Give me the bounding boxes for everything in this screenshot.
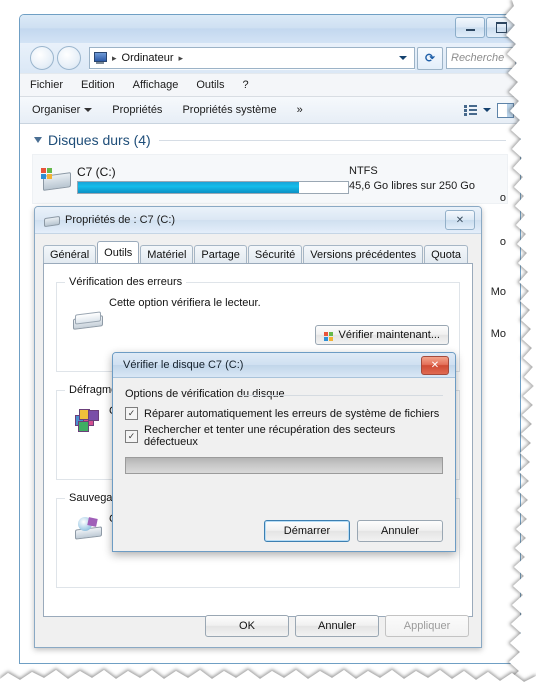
ghost-label-0: o [499,192,506,204]
verifier-maintenant-label: Vérifier maintenant... [338,329,441,341]
defrag-icon [67,405,109,433]
checkbox-row-repair[interactable]: ✓ Réparer automatiquement les erreurs de… [125,407,443,420]
tab-partage[interactable]: Partage [194,245,247,264]
search-input[interactable]: Recherche [446,47,516,69]
properties-titlebar: Propriétés de : C7 (C:) ✕ [35,207,481,234]
group-title: Disques durs (4) [48,132,151,148]
computer-icon [93,52,107,64]
verifier-maintenant-button[interactable]: Vérifier maintenant... [314,325,449,345]
drive-meta: NTFS 45,6 Go libres sur 250 Go [349,164,499,194]
checkbox-repair[interactable]: ✓ [125,407,138,420]
menu-item-fichier[interactable]: Fichier [30,79,63,91]
minimize-button[interactable] [455,17,485,38]
back-button[interactable] [30,46,54,70]
preview-pane-icon[interactable] [497,102,514,118]
properties-tabstrip: Général Outils Matériel Partage Sécurité… [35,234,481,264]
address-dropdown-icon[interactable] [395,49,411,67]
breadcrumb-ordinateur[interactable]: Ordinateur [120,52,176,64]
view-list-icon[interactable] [464,104,477,116]
check-disk-cancel-button[interactable]: Annuler [357,520,443,542]
breadcrumb-separator-icon-2: ▸ [178,52,184,63]
properties-close-button[interactable]: ✕ [445,210,475,230]
chevron-down-icon [84,108,93,112]
cancel-button[interactable]: Annuler [295,615,379,637]
menu-item-affichage[interactable]: Affichage [133,79,179,91]
breadcrumb-separator-icon: ▸ [112,52,117,63]
tab-outils[interactable]: Outils [97,241,140,263]
drive-space: 45,6 Go libres sur 250 Go [349,180,475,192]
drive-row-c7[interactable]: C7 (C:) NTFS 45,6 Go libres sur 250 Go [32,154,508,204]
system-properties-button[interactable]: Propriétés système [182,104,276,116]
check-mark-icon-2: ✓ [127,430,136,441]
forward-button[interactable] [57,46,81,70]
error-check-text: Cette option vérifiera le lecteur. [109,297,261,309]
organize-label: Organiser [32,104,81,116]
properties-footer: OK Annuler Appliquer [35,605,481,647]
apply-button: Appliquer [385,615,469,637]
checkbox-row-scan-sectors[interactable]: ✓ Rechercher et tenter une récupération … [125,424,443,448]
collapse-triangle-icon[interactable] [34,137,42,143]
disk-icon [67,297,109,345]
check-disk-body: Options de vérification du disque ✓ Répa… [113,378,455,551]
check-disk-close-button[interactable]: ✕ [421,356,449,375]
windows-flag-icon [41,168,54,180]
explorer-navbar: ▸ Ordinateur ▸ ⟳ Recherche [20,43,520,73]
tab-securite[interactable]: Sécurité [247,245,303,264]
check-disk-footer: Démarrer Annuler [264,520,443,542]
progress-bar [125,457,443,474]
screenshot-root: ▸ Ordinateur ▸ ⟳ Recherche Fichier Editi… [0,0,536,700]
maximize-button[interactable] [486,17,516,38]
properties-button[interactable]: Propriétés [112,104,162,116]
view-chevron-down-icon[interactable] [483,108,491,112]
refresh-icon[interactable]: ⟳ [417,46,443,70]
tab-versions-precedentes[interactable]: Versions précédentes [303,245,424,264]
backup-icon [67,513,109,541]
ghost-label-3: Mo [490,328,506,340]
group-header-disques-durs[interactable]: Disques durs (4) [20,124,520,150]
ghost-label-2: Mo [490,286,506,298]
menu-bar: Fichier Edition Affichage Outils ? [20,73,520,97]
checkbox-scan-sectors[interactable]: ✓ [125,429,138,443]
drive-filesystem: NTFS [349,165,378,177]
ok-button[interactable]: OK [205,615,289,637]
checkbox-scan-sectors-label: Rechercher et tenter une récupération de… [144,424,396,448]
check-disk-legend: Options de vérification du disque [125,388,285,400]
nav-buttons [30,46,81,70]
address-bar[interactable]: ▸ Ordinateur ▸ [89,47,415,69]
tab-materiel[interactable]: Matériel [140,245,194,264]
checkbox-repair-label: Réparer automatiquement les erreurs de s… [144,407,440,420]
shield-icon [323,331,335,343]
check-disk-titlebar: Vérifier le disque C7 (C:) ✕ [113,353,455,378]
tab-quota[interactable]: Quota [424,245,469,264]
command-bar: Organiser Propriétés Propriétés système … [20,97,520,124]
check-mark-icon: ✓ [127,408,136,418]
check-disk-title: Vérifier le disque C7 (C:) [123,359,244,371]
properties-title: Propriétés de : C7 (C:) [65,214,176,226]
view-controls [464,102,514,118]
check-disk-legend-divider [241,395,443,396]
drive-small-icon [43,213,60,228]
window-controls [455,17,516,38]
check-disk-dialog: Vérifier le disque C7 (C:) ✕ Options de … [112,352,456,552]
drive-usage-bar [77,180,349,194]
drive-name: C7 (C:) [77,164,116,179]
ghost-label-1: o [499,236,506,248]
tab-general[interactable]: Général [43,245,97,264]
explorer-titlebar [20,15,520,43]
menu-item-outils[interactable]: Outils [196,79,224,91]
hard-drive-icon [41,166,71,192]
group-divider [158,139,506,141]
drive-info: C7 (C:) [77,165,349,194]
legend-verification-erreurs: Vérification des erreurs [65,276,187,288]
menu-item-help[interactable]: ? [242,79,248,91]
drive-usage-fill [78,181,300,193]
menu-item-edition[interactable]: Edition [81,79,115,91]
start-button[interactable]: Démarrer [264,520,350,542]
overflow-button[interactable]: » [297,104,303,116]
organize-button[interactable]: Organiser [32,104,93,116]
